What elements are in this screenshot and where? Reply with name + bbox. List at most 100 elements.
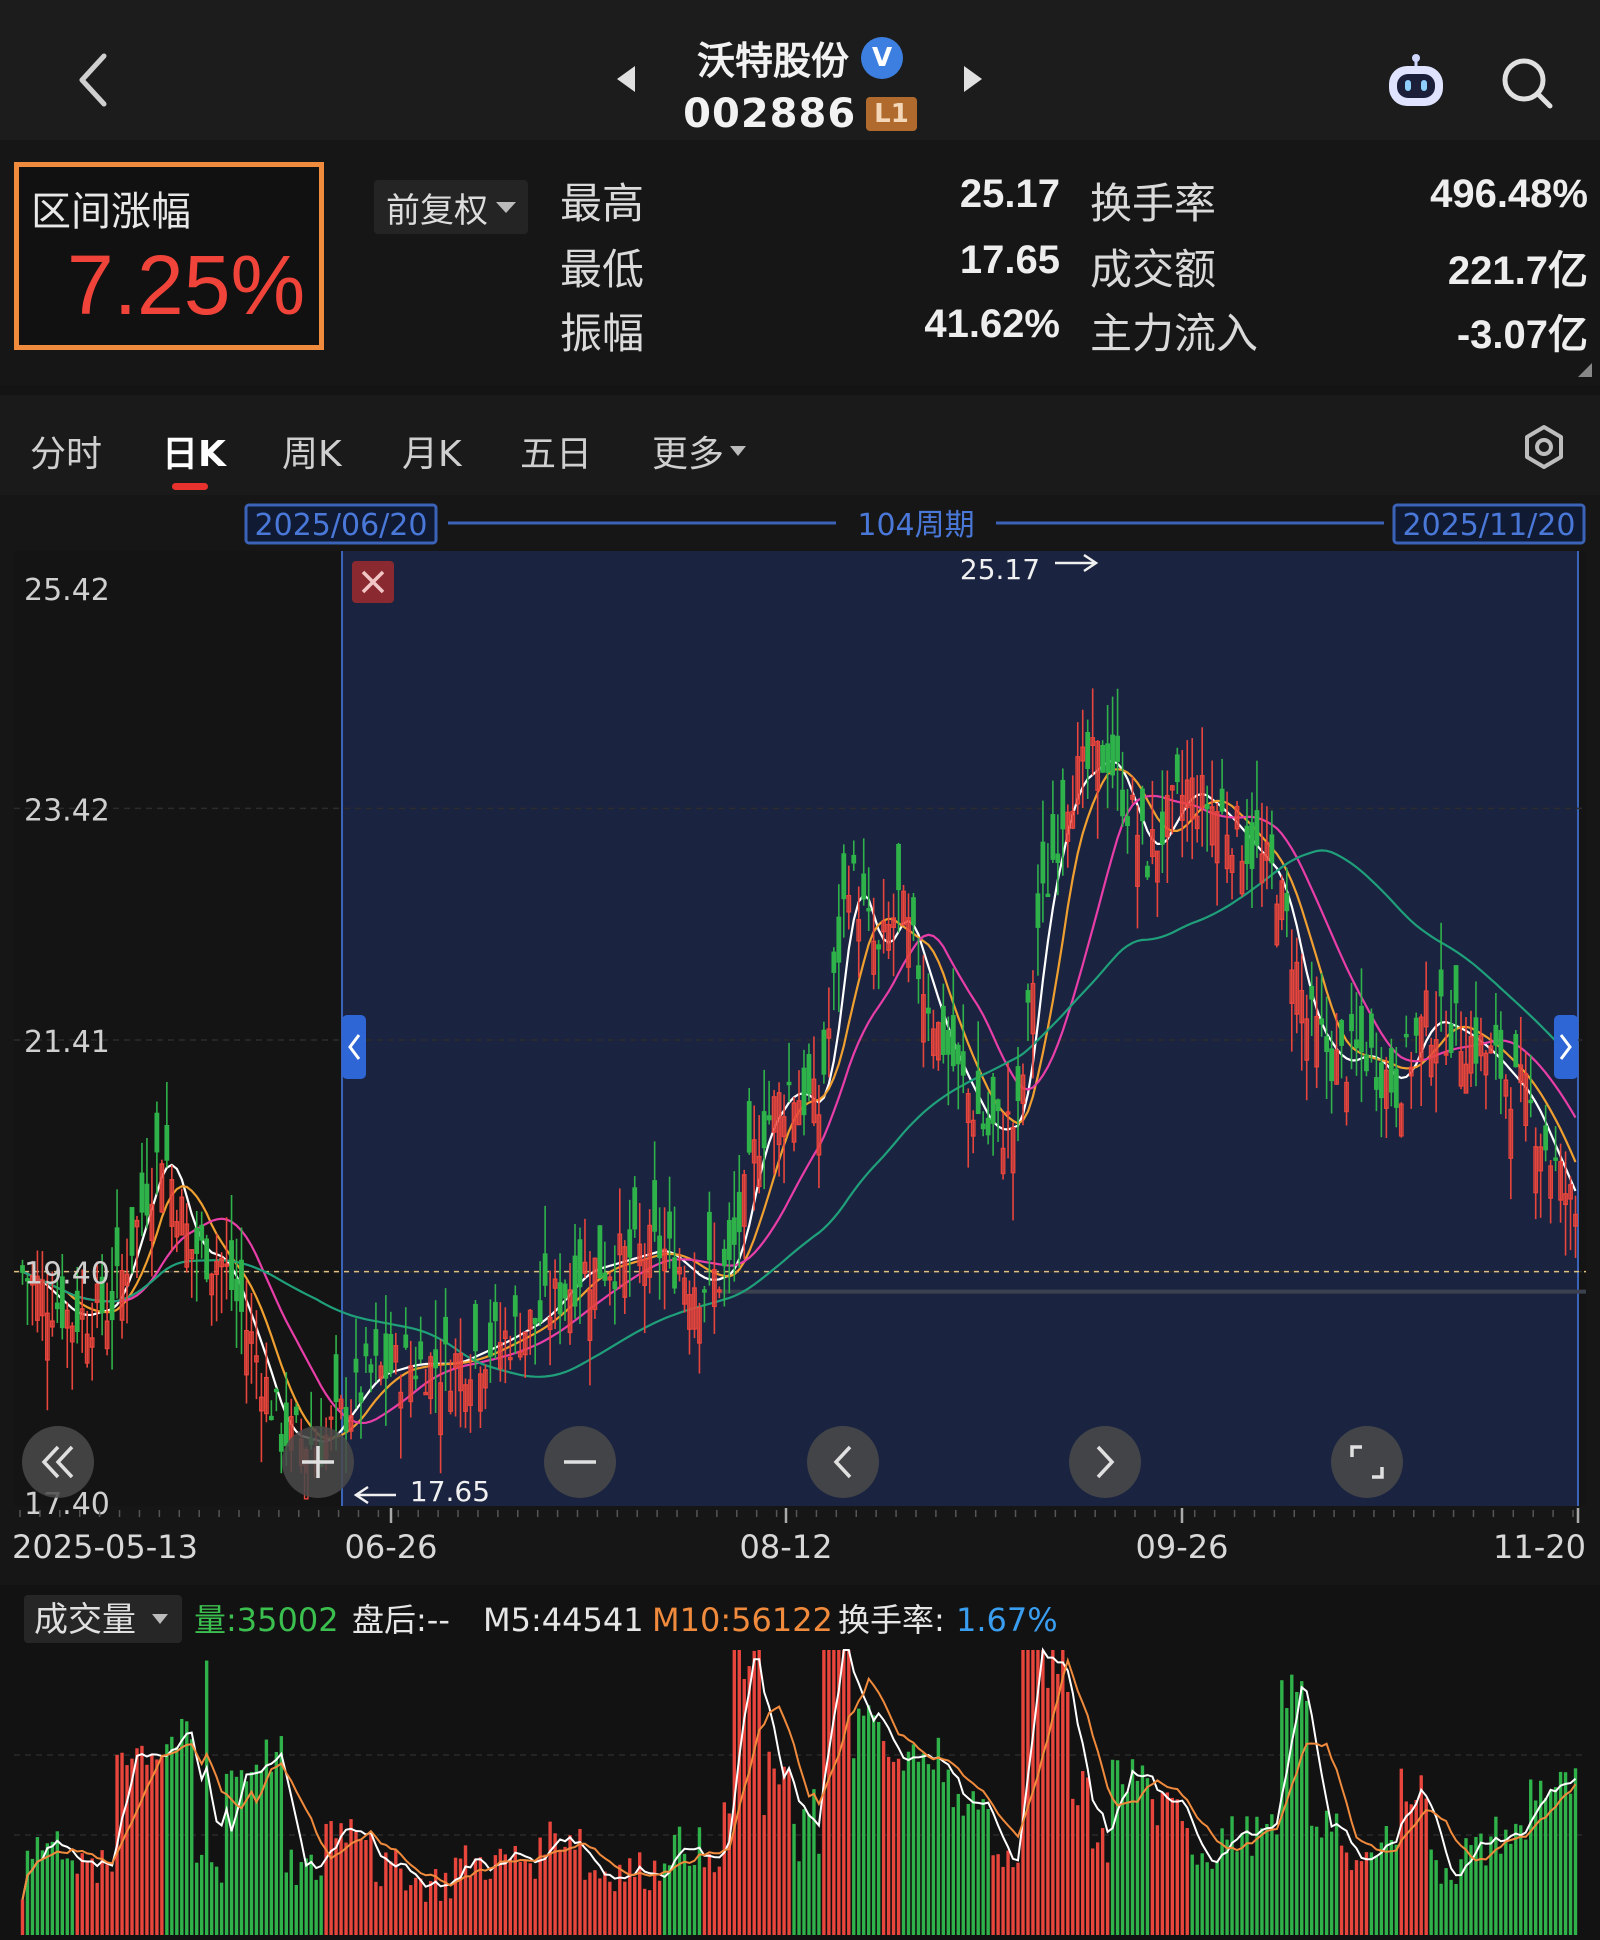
- volume-bar: [1444, 1868, 1448, 1935]
- volume-bar: [1061, 1650, 1065, 1935]
- tab-more[interactable]: 更多: [652, 425, 747, 477]
- volume-bar: [981, 1799, 985, 1935]
- tab-intraday[interactable]: 分时: [30, 425, 102, 477]
- volume-bar: [433, 1869, 438, 1935]
- candle-body: [109, 1291, 115, 1321]
- volume-bar: [817, 1853, 821, 1935]
- candle-body: [164, 1124, 170, 1161]
- volume-bar: [299, 1862, 303, 1935]
- volume-selector[interactable]: 成交量: [24, 1595, 182, 1643]
- volume-bar: [1110, 1759, 1115, 1935]
- settings-icon[interactable]: [1520, 423, 1568, 475]
- volume-bar: [1135, 1780, 1140, 1935]
- candle-body: [363, 1343, 369, 1357]
- rewind-button[interactable]: [22, 1426, 94, 1498]
- volume-bar: [608, 1881, 612, 1935]
- stock-code-row: 002886 L1: [683, 91, 917, 137]
- candle-body: [293, 1406, 299, 1416]
- tab-five-day[interactable]: 五日: [520, 425, 592, 477]
- selection-right-handle[interactable]: [1554, 1015, 1578, 1079]
- volume-bar: [961, 1815, 965, 1935]
- tab-monthly-k[interactable]: 月K: [402, 425, 462, 477]
- volume-bar: [1235, 1851, 1239, 1935]
- stat-low-label: 最低: [560, 245, 645, 294]
- volume-bar: [553, 1833, 557, 1935]
- volume-bar: [737, 1650, 741, 1935]
- volume-bar: [25, 1850, 30, 1935]
- stock-name: 沃特股份 V: [697, 30, 903, 85]
- candle-body: [1498, 1029, 1504, 1079]
- robot-assistant-icon[interactable]: [1385, 52, 1447, 116]
- candle-body: [283, 1402, 289, 1447]
- volume-bar: [463, 1845, 468, 1935]
- volume-bar: [757, 1650, 761, 1935]
- volume-bar: [483, 1879, 488, 1935]
- volume-bar: [304, 1858, 308, 1935]
- price-adjust-dropdown[interactable]: 前复权: [374, 180, 528, 234]
- candle-body: [492, 1301, 498, 1322]
- volume-bar: [1225, 1839, 1229, 1935]
- volume-bar: [792, 1823, 796, 1935]
- volume-bar: [175, 1746, 179, 1935]
- candle-body: [667, 1211, 672, 1239]
- volume-bar: [628, 1858, 632, 1935]
- zoom-in-button[interactable]: [282, 1426, 354, 1498]
- candle-body: [1543, 1125, 1549, 1151]
- volume-bar: [862, 1715, 866, 1935]
- zoom-out-button[interactable]: [544, 1426, 616, 1498]
- volume-bar: [1459, 1859, 1463, 1935]
- stat-high-label: 最高: [560, 179, 645, 228]
- volume-bar: [583, 1879, 587, 1935]
- volume-bar: [1553, 1787, 1558, 1935]
- volume-bar: [558, 1849, 562, 1935]
- candle-body: [1403, 1033, 1409, 1038]
- tab-daily-k[interactable]: 日K: [162, 425, 226, 477]
- candle-body: [766, 1115, 772, 1121]
- scroll-right-button[interactable]: [1069, 1426, 1141, 1498]
- tab-weekly-k[interactable]: 周K: [282, 425, 342, 477]
- volume-bar: [1185, 1828, 1189, 1935]
- candle-body: [801, 1067, 807, 1116]
- volume-bar: [657, 1880, 662, 1935]
- volume-bar: [712, 1872, 717, 1935]
- candle-body: [985, 1117, 991, 1136]
- high-marker-label: 25.17: [960, 553, 1040, 586]
- volume-bar: [1573, 1768, 1578, 1935]
- volume-value: 量:35002: [194, 1601, 339, 1639]
- volume-bar: [1270, 1814, 1274, 1935]
- volume-bar: [1424, 1798, 1428, 1935]
- volume-bar: [209, 1862, 214, 1935]
- volume-bar: [1190, 1854, 1194, 1935]
- volume-bar: [468, 1876, 473, 1935]
- candle-body: [761, 1111, 767, 1149]
- volume-bar: [921, 1753, 926, 1935]
- candle-body: [1060, 779, 1066, 830]
- volume-bar: [254, 1764, 259, 1935]
- volume-bar: [204, 1660, 209, 1935]
- volume-bar: [1090, 1848, 1095, 1935]
- candle-body: [632, 1187, 638, 1230]
- expand-corner-icon[interactable]: [1578, 363, 1592, 377]
- candle-body: [940, 1005, 946, 1055]
- volume-bar: [762, 1815, 766, 1935]
- verified-icon: V: [861, 36, 903, 79]
- search-icon[interactable]: [1500, 56, 1554, 114]
- volume-bar: [682, 1853, 687, 1935]
- selection-left-handle[interactable]: [342, 1015, 366, 1079]
- kline-chart-svg[interactable]: 2025/06/20 104周期 2025/11/20 25.42 23.42 21…: [0, 495, 1600, 1940]
- close-selection-button[interactable]: [352, 561, 394, 603]
- level-badge: L1: [866, 97, 917, 131]
- volume-bar: [1150, 1799, 1155, 1935]
- scroll-left-button[interactable]: [807, 1426, 879, 1498]
- candle-body: [876, 944, 882, 950]
- volume-bar: [1195, 1864, 1199, 1935]
- candle-body: [1329, 1048, 1334, 1082]
- candle-body: [1254, 810, 1260, 846]
- y-axis-label: 19.40: [24, 1257, 110, 1292]
- candle-body: [1388, 1048, 1394, 1093]
- volume-bar: [1285, 1708, 1289, 1935]
- after-hours-value: 盘后:--: [352, 1601, 450, 1639]
- range-change-box: 区间涨幅 7.25%: [14, 162, 324, 350]
- fullscreen-button[interactable]: [1331, 1426, 1403, 1498]
- volume-bar: [996, 1854, 1000, 1935]
